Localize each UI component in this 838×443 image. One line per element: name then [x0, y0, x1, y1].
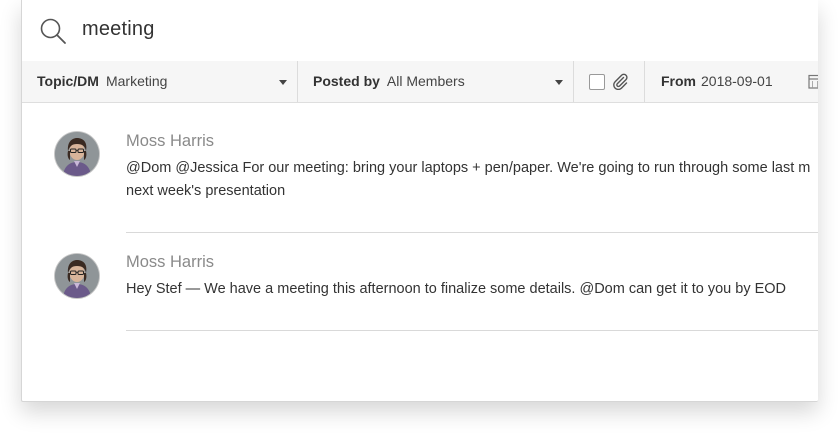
chevron-down-icon[interactable]	[279, 80, 287, 85]
chevron-down-icon[interactable]	[555, 80, 563, 85]
posted-by-filter-label: Posted by	[313, 73, 380, 89]
result-divider	[126, 330, 818, 331]
from-date-value[interactable]: 2018-09-01	[701, 73, 773, 89]
message-text-line-2: next week's presentation	[126, 183, 286, 199]
filter-bar: Topic/DM Marketing Posted by All Members F…	[22, 61, 818, 103]
message-text-line-1: @Dom @Jessica For our meeting: bring you…	[126, 160, 811, 176]
search-icon[interactable]	[39, 17, 67, 45]
divider	[644, 61, 645, 102]
message-author[interactable]: Moss Harris	[126, 132, 214, 151]
avatar	[55, 132, 99, 176]
from-date-filter[interactable]: From 2018-09-01	[661, 61, 773, 102]
attachments-checkbox[interactable]	[589, 74, 605, 90]
avatar	[55, 254, 99, 298]
from-date-label: From	[661, 73, 696, 89]
divider	[573, 61, 574, 102]
topic-filter[interactable]: Topic/DM Marketing	[37, 61, 167, 102]
search-panel: meeting Topic/DM Marketing Posted by All M…	[21, 0, 818, 402]
posted-by-filter-value[interactable]: All Members	[387, 73, 465, 89]
posted-by-filter[interactable]: Posted by All Members	[313, 61, 465, 102]
message-author[interactable]: Moss Harris	[126, 253, 214, 272]
search-bar[interactable]: meeting	[22, 0, 818, 62]
result-divider	[126, 232, 818, 233]
topic-filter-label: Topic/DM	[37, 73, 99, 89]
person-icon	[55, 132, 99, 176]
topic-filter-value[interactable]: Marketing	[106, 73, 167, 89]
search-input[interactable]: meeting	[82, 18, 155, 41]
person-icon	[55, 254, 99, 298]
divider	[297, 61, 298, 102]
paperclip-icon[interactable]	[611, 72, 629, 90]
message-text-line-1: Hey Stef — We have a meeting this aftern…	[126, 281, 787, 297]
calendar-icon[interactable]	[808, 73, 818, 89]
